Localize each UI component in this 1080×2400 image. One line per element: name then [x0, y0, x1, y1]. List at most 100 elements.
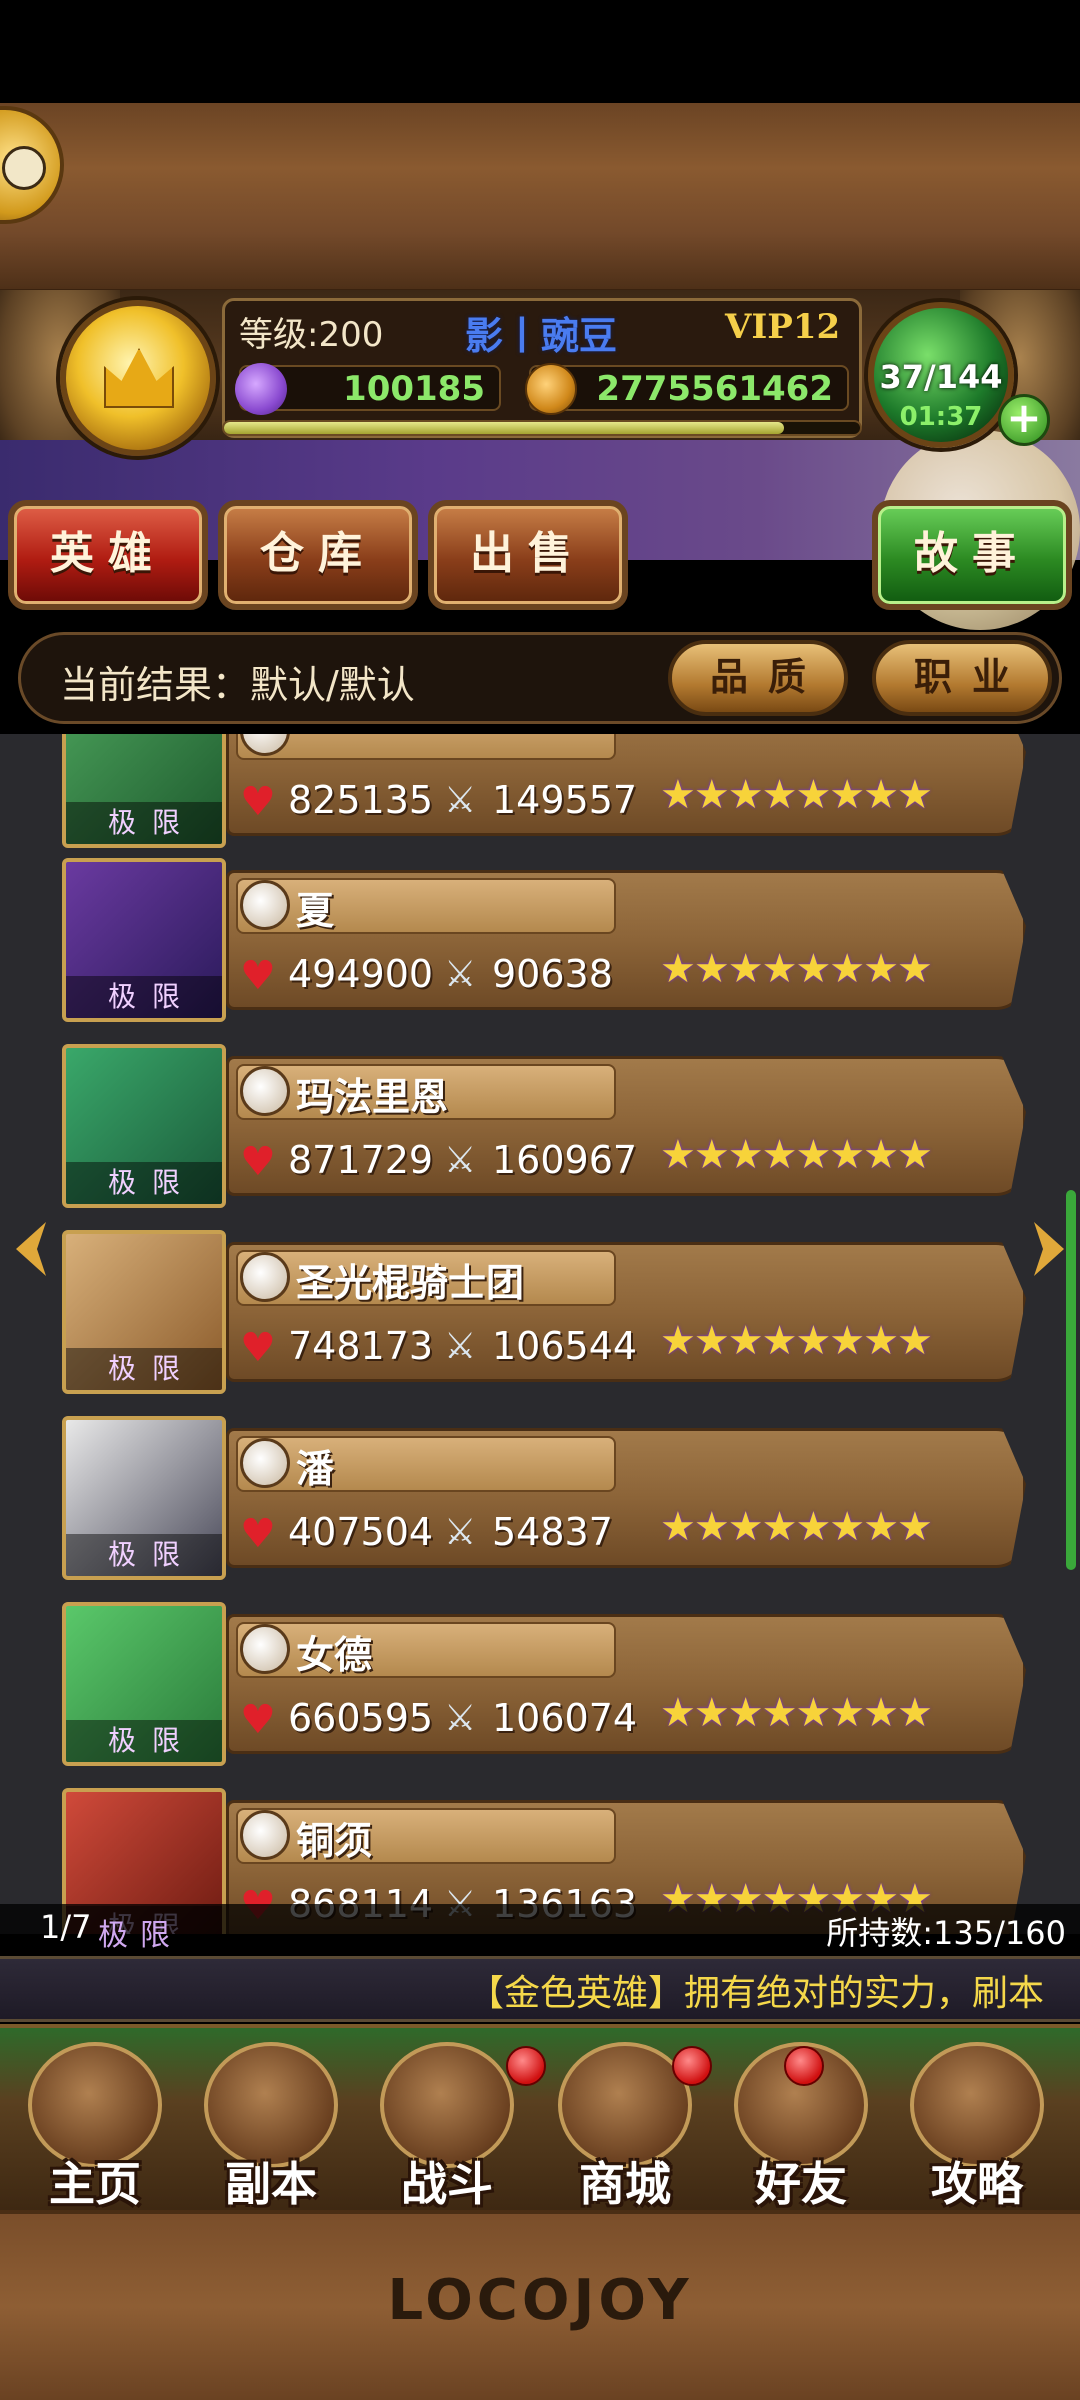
hero-stars: ★★★★★★★★ — [660, 1690, 933, 1736]
add-stamina-button[interactable]: + — [998, 394, 1050, 446]
crossed-swords-icon: ⚔ — [444, 780, 477, 821]
player-info-panel: 等级:200 影丨豌豆 VIP12 100185 2775561462 — [222, 298, 862, 438]
exp-bar — [222, 420, 862, 436]
hero-stars: ★★★★★★★★ — [660, 772, 933, 818]
shield-icon — [240, 1810, 290, 1860]
crossed-swords-icon: ⚔ — [444, 1140, 477, 1181]
paw-icon — [240, 1624, 290, 1674]
player-avatar[interactable] — [60, 300, 216, 456]
class-filter-button[interactable]: 职业 — [872, 640, 1052, 716]
paw-icon — [240, 1066, 290, 1116]
vip-level[interactable]: VIP12 — [725, 307, 840, 347]
hero-row[interactable]: 极限 ♥ 825135 ⚔ 149557 ★★★★★★★★ — [0, 734, 1080, 860]
hero-row[interactable]: 极限 潘 ♥ 407504 ⚔ 54837 ★★★★★★★★ — [0, 1416, 1080, 1592]
hero-hp: 494900 — [288, 952, 434, 996]
stamina-value: 37/144 — [879, 358, 1003, 396]
nav-home[interactable]: 主页 — [10, 2034, 180, 2211]
hero-hp: 825135 — [288, 778, 434, 822]
hero-tag: 极限 — [66, 1720, 222, 1762]
gem-counter[interactable]: 100185 — [235, 363, 501, 415]
hero-portrait[interactable]: 极限 — [62, 1416, 226, 1580]
mascot-icon — [2, 146, 46, 190]
nav-battle-label: 战斗 — [401, 2157, 493, 2211]
owned-count: 所持数:135/160 — [826, 1914, 1066, 1952]
status-bar — [0, 0, 1080, 103]
player-level: 等级:200 — [239, 315, 384, 355]
hero-stars: ★★★★★★★★ — [660, 1132, 933, 1178]
stamina-timer: 01:37 — [899, 402, 983, 432]
staff-icon — [240, 1252, 290, 1302]
heart-icon: ♥ — [240, 1325, 276, 1371]
hero-portrait[interactable]: 极限 — [62, 858, 226, 1022]
quality-filter-button[interactable]: 品质 — [668, 640, 848, 716]
heart-icon: ♥ — [240, 1511, 276, 1557]
hero-portrait[interactable]: 极限 — [62, 1602, 226, 1766]
hero-name: 潘 — [296, 1447, 335, 1491]
gem-value: 100185 — [343, 369, 485, 409]
nav-friends-label: 好友 — [755, 2157, 847, 2211]
heart-icon: ♥ — [240, 1139, 276, 1185]
hero-name: 玛法里恩 — [296, 1075, 449, 1119]
hero-name: 女德 — [296, 1633, 373, 1677]
tab-warehouse[interactable]: 仓库 — [218, 500, 418, 610]
nav-guide-label: 攻略 — [931, 2157, 1023, 2211]
page-indicator: 1/7 — [40, 1908, 92, 1946]
hero-portrait[interactable]: 极限 — [62, 734, 226, 848]
nav-dungeon-label: 副本 — [225, 2157, 317, 2211]
tab-story[interactable]: 故事 — [872, 500, 1072, 610]
gold-value: 2775561462 — [596, 369, 833, 409]
crown-icon — [104, 348, 174, 408]
player-name: 影丨豌豆 — [465, 314, 618, 358]
hero-name-box — [236, 1808, 616, 1864]
crossed-swords-icon: ⚔ — [444, 1698, 477, 1739]
gold-counter[interactable]: 2775561462 — [525, 363, 849, 415]
hero-attack: 160967 — [492, 1138, 638, 1182]
hero-name-box — [236, 734, 616, 760]
hero-tag: 极限 — [66, 1534, 222, 1576]
nav-guide[interactable]: 攻略 — [892, 2034, 1062, 2211]
hero-name-box — [236, 1622, 616, 1678]
hero-tag: 极限 — [66, 1162, 222, 1204]
hero-list[interactable]: 极限 ♥ 825135 ⚔ 149557 ★★★★★★★★ 极限夏 ♥ 494900 ⚔ 90638… — [0, 734, 1080, 1934]
nav-shop-label: 商城 — [579, 2157, 671, 2211]
hero-tag: 极限 — [66, 1348, 222, 1390]
shop-notification-dot — [672, 2046, 712, 2086]
hero-attack: 106544 — [492, 1324, 638, 1368]
tab-sell[interactable]: 出售 — [428, 500, 628, 610]
hero-name-box — [236, 878, 616, 934]
filter-result-label: 当前结果：默认/默认 — [60, 663, 415, 707]
hero-row[interactable]: 极限 玛法里恩 ♥ 871729 ⚔ 160967 ★★★★★★★★ — [0, 1044, 1080, 1220]
crossed-swords-icon: ⚔ — [444, 1512, 477, 1553]
hero-row[interactable]: 极限 夏 ♥ 494900 ⚔ 90638 ★★★★★★★★ — [0, 858, 1080, 1034]
nav-home-label: 主页 — [49, 2157, 141, 2211]
tab-heroes[interactable]: 英雄 — [8, 500, 208, 610]
hero-row[interactable]: 极限 圣光棍骑士团 ♥ 748173 ⚔ 106544 ★★★★★★★★ — [0, 1230, 1080, 1406]
hero-stars: ★★★★★★★★ — [660, 946, 933, 992]
hero-hp: 748173 — [288, 1324, 434, 1368]
shield-icon — [240, 880, 290, 930]
potion-icon — [240, 1438, 290, 1488]
hero-portrait[interactable]: 极限 — [62, 1044, 226, 1208]
crossed-swords-icon: ⚔ — [444, 954, 477, 995]
hero-row[interactable]: 极限 女德 ♥ 660595 ⚔ 106074 ★★★★★★★★ — [0, 1602, 1080, 1778]
hero-name: 铜须 — [296, 1819, 373, 1863]
hero-attack: 149557 — [492, 778, 638, 822]
hero-name: 圣光棍骑士团 — [296, 1261, 525, 1305]
heart-icon: ♥ — [240, 1697, 276, 1743]
top-decor-frame — [0, 103, 1080, 293]
hero-attack: 54837 — [492, 1510, 613, 1554]
hero-portrait[interactable]: 极限 — [62, 1230, 226, 1394]
hero-name-box — [236, 1436, 616, 1492]
footer-logo: LOCOJOY — [387, 2268, 693, 2333]
hero-tag: 极限 — [66, 976, 222, 1018]
hero-hp: 407504 — [288, 1510, 434, 1554]
list-scrollbar[interactable] — [1066, 1190, 1076, 1570]
nav-dungeon[interactable]: 副本 — [186, 2034, 356, 2211]
coin-icon — [525, 363, 577, 415]
exp-fill — [224, 422, 784, 434]
gem-icon — [235, 363, 287, 415]
crossed-swords-icon: ⚔ — [444, 1326, 477, 1367]
friends-notification-dot — [784, 2046, 824, 2086]
hero-attack: 90638 — [492, 952, 613, 996]
page-indicator-tag: 极限 — [98, 1918, 182, 1953]
